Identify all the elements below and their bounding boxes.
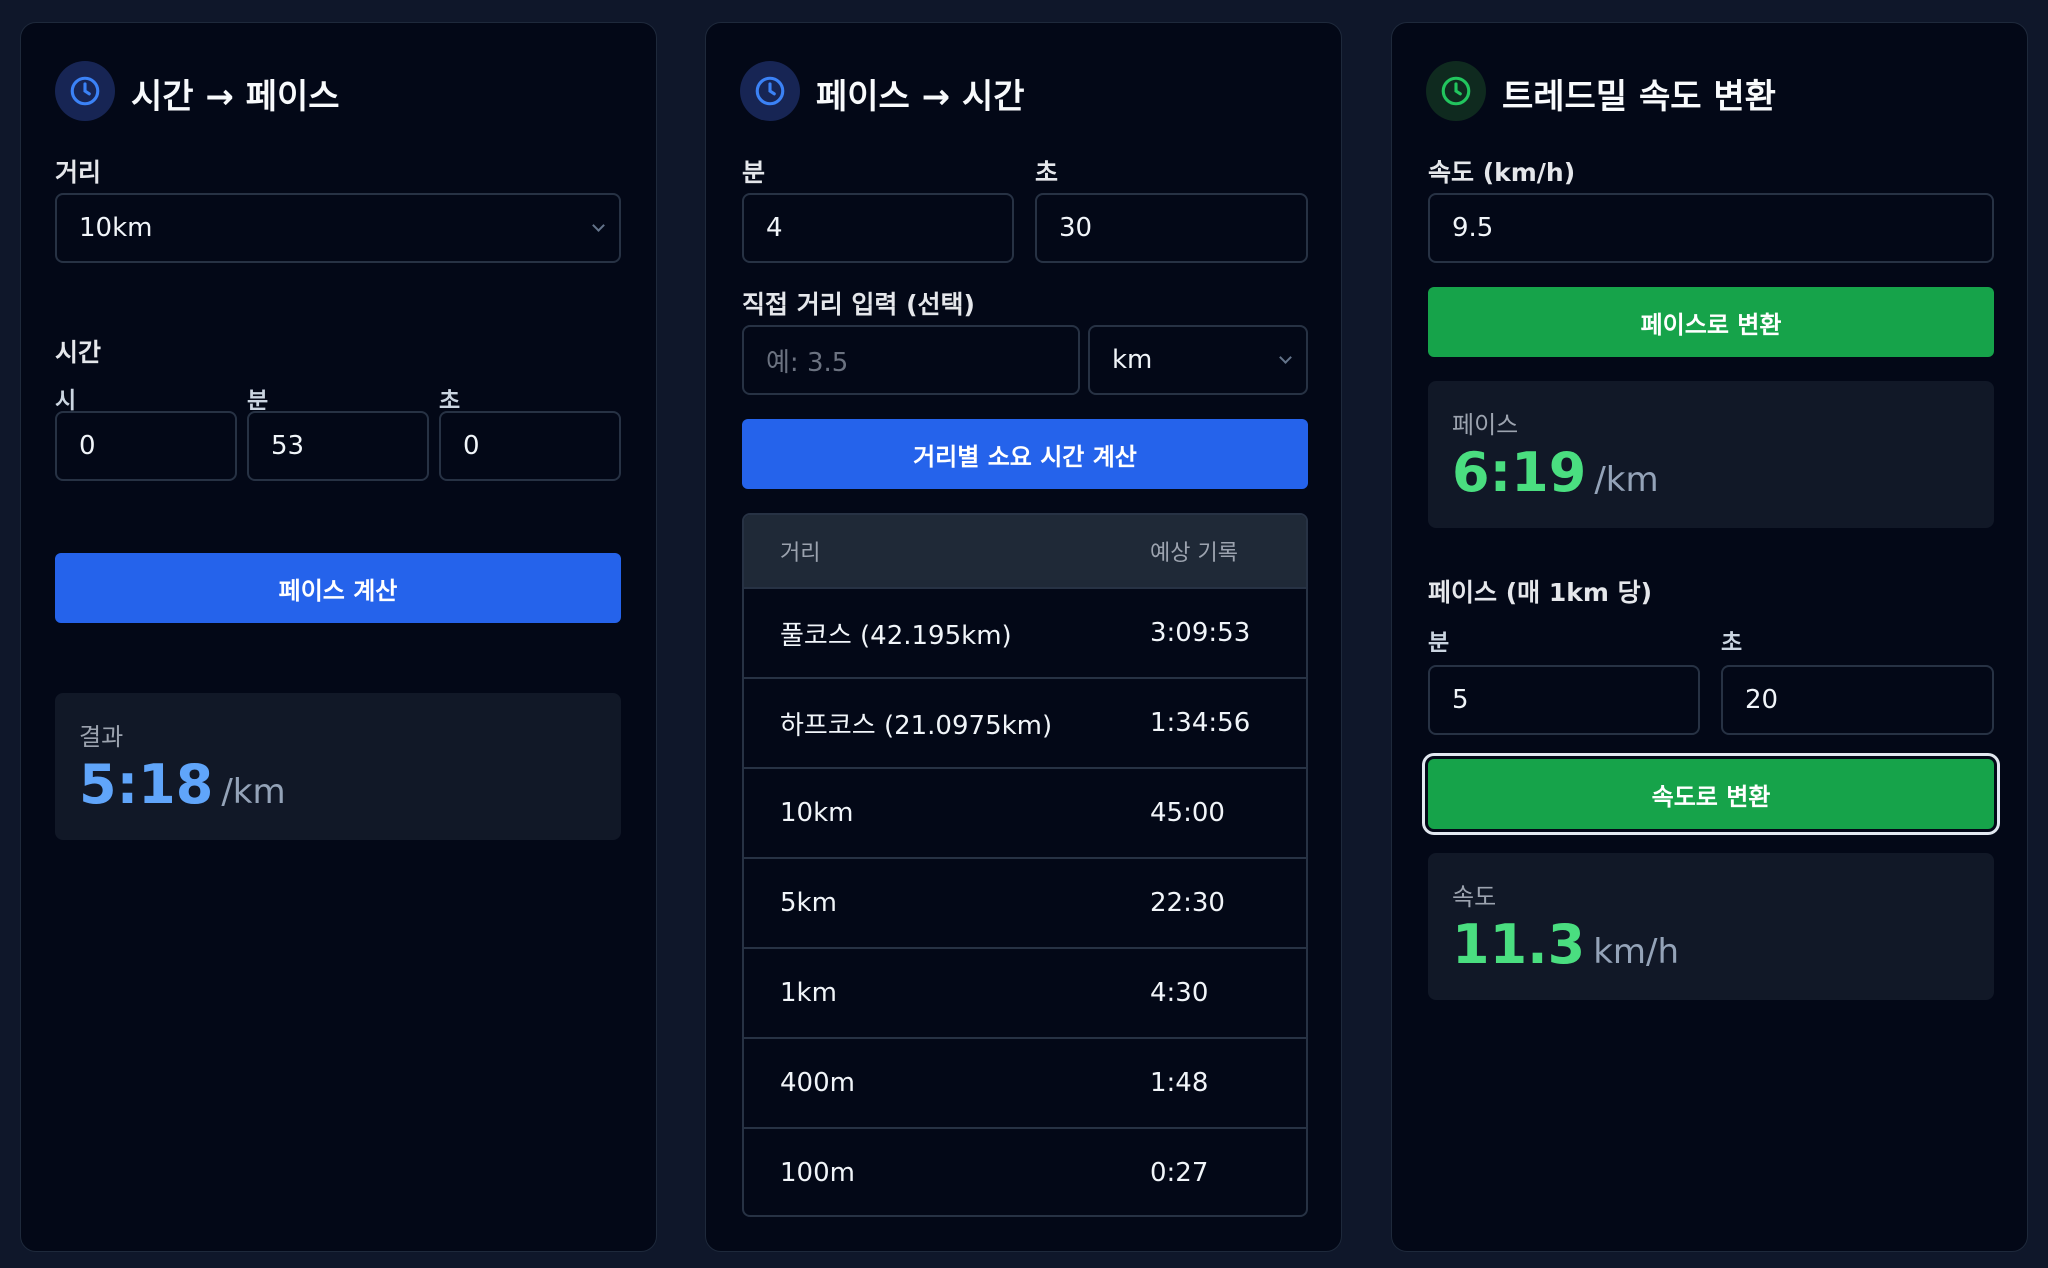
minutes-label: 분 — [1428, 630, 1450, 656]
seconds-label: 초 — [439, 388, 461, 414]
calculate-times-button[interactable]: 거리별 소요 시간 계산 — [742, 419, 1308, 489]
header-estimated-time: 예상 기록 — [1150, 541, 1238, 566]
table-row: 풀코스 (42.195km) 3:09:53 — [744, 587, 1306, 677]
pace-seconds-value: 20 — [1745, 685, 1779, 715]
distance-unit-value: km — [1112, 345, 1153, 375]
table-row: 400m 1:48 — [744, 1037, 1306, 1127]
speed-result-unit: km/h — [1593, 932, 1680, 972]
speed-result-value: 11.3 — [1452, 913, 1586, 976]
row-time: 0:27 — [1150, 1158, 1209, 1188]
row-time: 1:48 — [1150, 1068, 1209, 1098]
table-header: 거리 예상 기록 — [744, 515, 1306, 587]
result-value-line: 5:18/km — [79, 753, 286, 816]
row-distance: 5km — [780, 888, 837, 918]
custom-distance-placeholder: 예: 3.5 — [766, 347, 849, 378]
distance-select-value: 10km — [79, 213, 153, 243]
card-title: 시간 → 페이스 — [131, 77, 340, 117]
pace-input-label: 페이스 (매 1km 당) — [1428, 578, 1653, 607]
pace-seconds-input[interactable]: 20 — [1721, 665, 1994, 735]
pace-minutes-value: 4 — [766, 213, 783, 243]
pace-seconds-input[interactable]: 30 — [1035, 193, 1308, 263]
seconds-input-value: 0 — [463, 431, 480, 461]
pace-to-time-card: 페이스 → 시간 분 초 4 30 직접 거리 입력 (선택) 예: 3.5 k… — [705, 22, 1342, 1252]
seconds-label: 초 — [1721, 630, 1743, 656]
clock-icon — [740, 61, 800, 121]
seconds-input[interactable]: 0 — [439, 411, 621, 481]
row-distance: 풀코스 (42.195km) — [780, 620, 1012, 651]
row-time: 3:09:53 — [1150, 618, 1251, 648]
row-time: 4:30 — [1150, 978, 1209, 1008]
minutes-label: 분 — [742, 158, 766, 187]
pace-seconds-value: 30 — [1059, 213, 1093, 243]
speed-result-line: 11.3 km/h — [1452, 913, 1679, 976]
minutes-label: 분 — [247, 388, 269, 414]
pace-result-panel: 페이스 6:19/km — [1428, 381, 1994, 528]
speed-input[interactable]: 9.5 — [1428, 193, 1994, 263]
distance-select[interactable]: 10km — [55, 193, 621, 263]
clock-icon — [55, 61, 115, 121]
speed-input-value: 9.5 — [1452, 213, 1494, 243]
result-label: 결과 — [79, 723, 124, 751]
chevron-down-icon — [592, 219, 605, 232]
table-row: 100m 0:27 — [744, 1127, 1306, 1215]
pace-minutes-input[interactable]: 4 — [742, 193, 1014, 263]
speed-label: 속도 (km/h) — [1428, 158, 1576, 187]
convert-to-pace-button[interactable]: 페이스로 변환 — [1428, 287, 1994, 357]
pace-result-line: 6:19/km — [1452, 441, 1659, 504]
table-row: 10km 45:00 — [744, 767, 1306, 857]
row-distance: 1km — [780, 978, 837, 1008]
treadmill-card: 트레드밀 속도 변환 속도 (km/h) 9.5 페이스로 변환 페이스 6:1… — [1391, 22, 2028, 1252]
pace-minutes-value: 5 — [1452, 685, 1469, 715]
hours-input[interactable]: 0 — [55, 411, 237, 481]
distance-label: 거리 — [55, 158, 102, 187]
speed-result-panel: 속도 11.3 km/h — [1428, 853, 1994, 1000]
row-time: 22:30 — [1150, 888, 1225, 918]
distance-unit-select[interactable]: km — [1088, 325, 1308, 395]
row-distance: 400m — [780, 1068, 855, 1098]
pace-result-unit: /km — [1594, 460, 1659, 500]
row-distance: 100m — [780, 1158, 855, 1188]
distance-time-table: 거리 예상 기록 풀코스 (42.195km) 3:09:53 하프코스 (21… — [742, 513, 1308, 1217]
time-label: 시간 — [55, 338, 102, 367]
seconds-label: 초 — [1035, 158, 1059, 187]
table-row: 1km 4:30 — [744, 947, 1306, 1037]
result-unit: /km — [221, 772, 286, 812]
table-row: 하프코스 (21.0975km) 1:34:56 — [744, 677, 1306, 767]
hours-input-value: 0 — [79, 431, 96, 461]
result-panel: 결과 5:18/km — [55, 693, 621, 840]
header-distance: 거리 — [780, 541, 821, 566]
row-time: 1:34:56 — [1150, 708, 1251, 738]
time-to-pace-card: 시간 → 페이스 거리 10km 시간 시 분 초 0 53 0 페이스 계산 … — [20, 22, 657, 1252]
table-row: 5km 22:30 — [744, 857, 1306, 947]
custom-distance-input[interactable]: 예: 3.5 — [742, 325, 1080, 395]
row-distance: 하프코스 (21.0975km) — [780, 710, 1053, 741]
custom-distance-label: 직접 거리 입력 (선택) — [742, 290, 975, 319]
pace-result-label: 페이스 — [1452, 411, 1519, 439]
hours-label: 시 — [55, 388, 77, 414]
minutes-input[interactable]: 53 — [247, 411, 429, 481]
minutes-input-value: 53 — [271, 431, 305, 461]
row-time: 45:00 — [1150, 798, 1225, 828]
result-value: 5:18 — [79, 753, 214, 816]
speed-result-label: 속도 — [1452, 883, 1497, 911]
row-distance: 10km — [780, 798, 854, 828]
convert-to-speed-button[interactable]: 속도로 변환 — [1428, 759, 1994, 829]
chevron-down-icon — [1279, 351, 1292, 364]
clock-icon — [1426, 61, 1486, 121]
pace-result-value: 6:19 — [1452, 441, 1587, 504]
card-title: 페이스 → 시간 — [816, 77, 1025, 117]
pace-minutes-input[interactable]: 5 — [1428, 665, 1700, 735]
calculate-pace-button[interactable]: 페이스 계산 — [55, 553, 621, 623]
card-title: 트레드밀 속도 변환 — [1502, 77, 1776, 117]
